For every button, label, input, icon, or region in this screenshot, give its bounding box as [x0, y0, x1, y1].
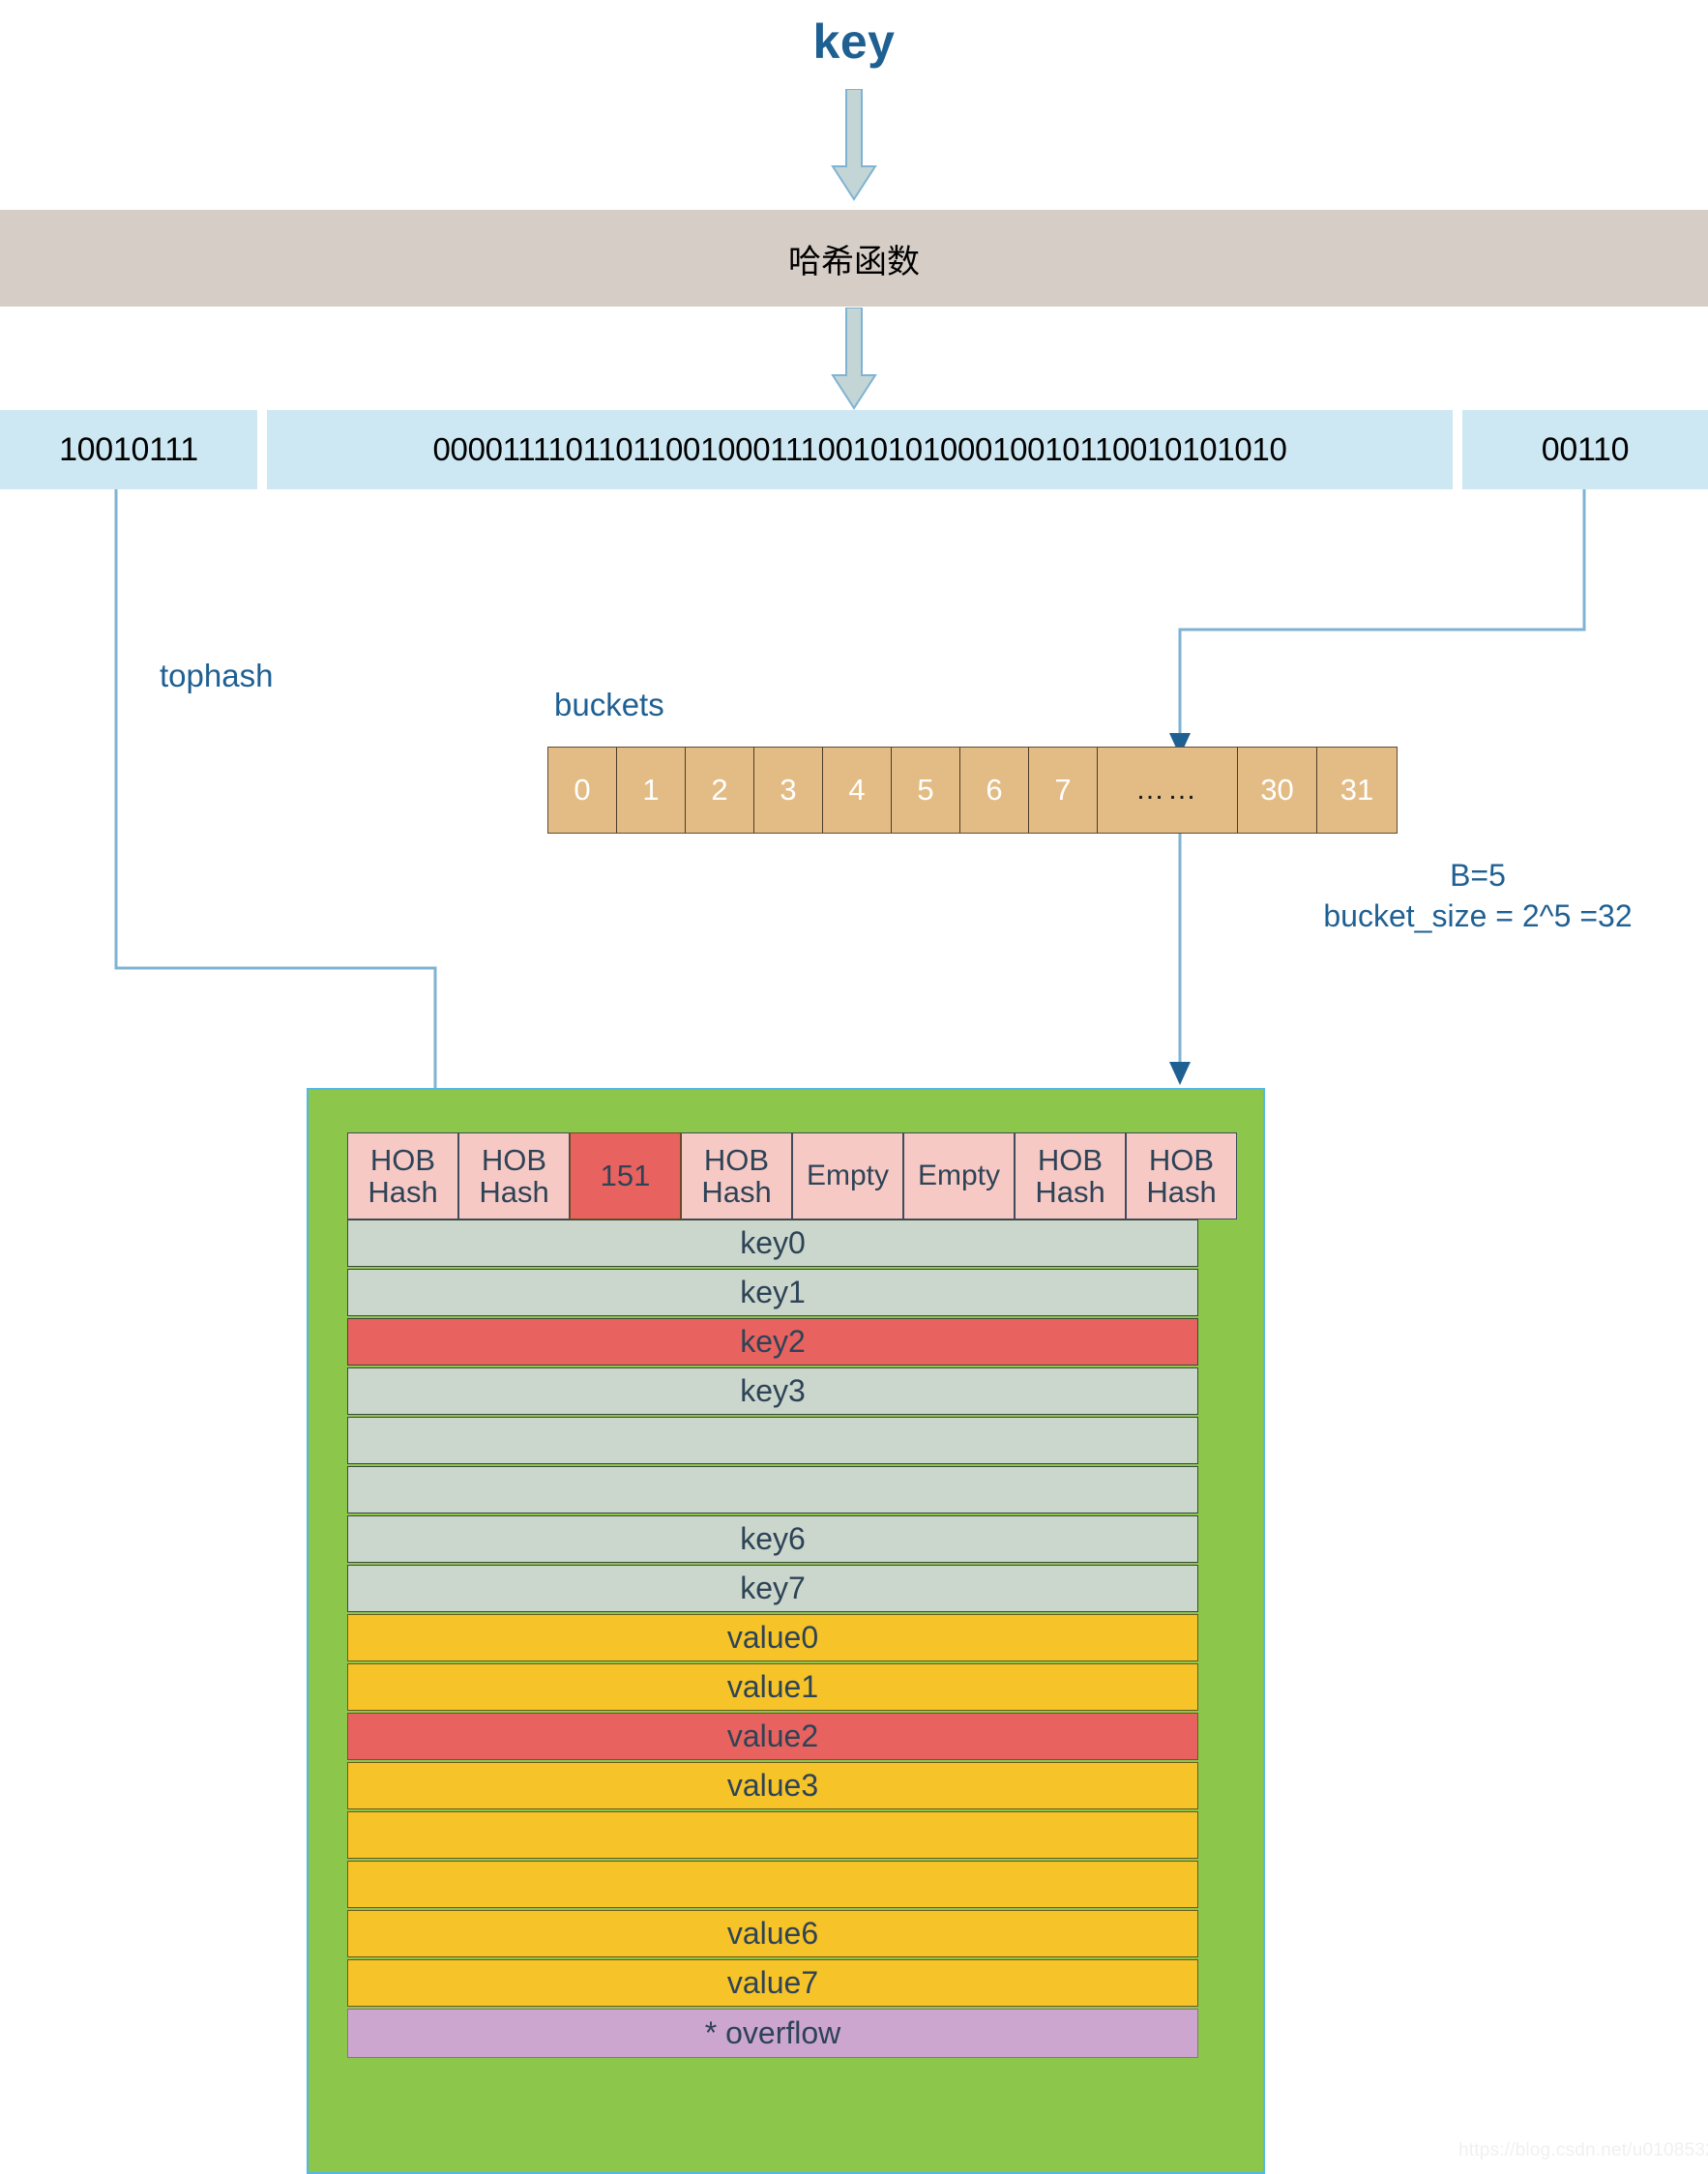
bucket-cell-1[interactable]: 1 — [617, 748, 686, 833]
arrow-key-to-hash — [830, 89, 878, 203]
wire-bucket-to-detail — [1169, 832, 1191, 1085]
value-slot-7: value7 — [347, 1959, 1198, 2007]
tophash-cell-7: HOB Hash — [1126, 1132, 1237, 1219]
value-slot-6: value6 — [347, 1910, 1198, 1957]
tophash-cell-6: HOB Hash — [1015, 1132, 1126, 1219]
watermark: https://blog.csdn.net/u010853261 — [1458, 2140, 1708, 2161]
bucket-slot-rows: key0 key1 key2 key3 key6 key7 value0 val… — [347, 1219, 1198, 2060]
tophash-cell-1: HOB Hash — [458, 1132, 570, 1219]
key-slot-7: key7 — [347, 1565, 1198, 1612]
buckets-strip: 0 1 2 3 4 5 6 7 …… 30 31 — [547, 747, 1398, 834]
bucket-cell-ellipsis: …… — [1098, 748, 1238, 833]
bucket-cell-0[interactable]: 0 — [548, 748, 617, 833]
bucket-cell-31[interactable]: 31 — [1317, 748, 1397, 833]
key-slot-2: key2 — [347, 1318, 1198, 1366]
bucket-cell-5[interactable]: 5 — [892, 748, 960, 833]
hash-bits-row: 10010111 0000111101101100100011100101010… — [0, 410, 1708, 489]
key-slot-6: key6 — [347, 1515, 1198, 1563]
value-slot-3: value3 — [347, 1762, 1198, 1809]
hash-function-bar: 哈希函数 — [0, 210, 1708, 307]
value-slot-5 — [347, 1861, 1198, 1908]
b-value-label: B=5 — [1248, 855, 1708, 896]
tophash-cell-2: 151 — [570, 1132, 681, 1219]
tophash-cell-3: HOB Hash — [681, 1132, 792, 1219]
key-slot-0: key0 — [347, 1219, 1198, 1267]
bucket-detail-box: HOB Hash HOB Hash 151 HOB Hash Empty Emp… — [307, 1088, 1265, 2174]
low-bits-box: 00110 — [1462, 410, 1708, 489]
wire-tophash-to-cell — [116, 489, 446, 1165]
diagram-canvas: key 哈希函数 10010111 0000111101101100100011… — [0, 0, 1708, 2174]
bucket-cell-3[interactable]: 3 — [754, 748, 823, 833]
bucket-size-annotation: B=5 bucket_size = 2^5 =32 — [1248, 855, 1708, 936]
key-slot-1: key1 — [347, 1269, 1198, 1316]
tophash-cells-row: HOB Hash HOB Hash 151 HOB Hash Empty Emp… — [347, 1132, 1237, 1219]
key-slot-3: key3 — [347, 1367, 1198, 1415]
value-slot-1: value1 — [347, 1663, 1198, 1711]
overflow-slot: * overflow — [347, 2009, 1198, 2058]
buckets-label: buckets — [554, 687, 664, 723]
key-slot-5 — [347, 1466, 1198, 1513]
bucket-cell-4[interactable]: 4 — [823, 748, 892, 833]
value-slot-0: value0 — [347, 1614, 1198, 1661]
key-slot-4 — [347, 1417, 1198, 1464]
bucket-cell-6[interactable]: 6 — [960, 748, 1029, 833]
bucket-cell-7[interactable]: 7 — [1029, 748, 1098, 833]
value-slot-4 — [347, 1811, 1198, 1859]
bucket-size-label: bucket_size = 2^5 =32 — [1248, 896, 1708, 936]
tophash-cell-0: HOB Hash — [347, 1132, 458, 1219]
bucket-cell-2[interactable]: 2 — [686, 748, 754, 833]
tophash-bits-box: 10010111 — [0, 410, 257, 489]
bucket-cell-30[interactable]: 30 — [1238, 748, 1317, 833]
arrow-hash-to-bits — [830, 308, 878, 412]
hash-function-label: 哈希函数 — [788, 235, 920, 282]
wire-lowbits-to-bucket — [1169, 489, 1584, 756]
tophash-cell-4: Empty — [792, 1132, 903, 1219]
tophash-cell-5: Empty — [903, 1132, 1015, 1219]
middle-bits-box: 0000111101101100100011100101010001001011… — [267, 410, 1453, 489]
page-title: key — [0, 14, 1708, 70]
tophash-label: tophash — [160, 658, 273, 694]
value-slot-2: value2 — [347, 1713, 1198, 1760]
